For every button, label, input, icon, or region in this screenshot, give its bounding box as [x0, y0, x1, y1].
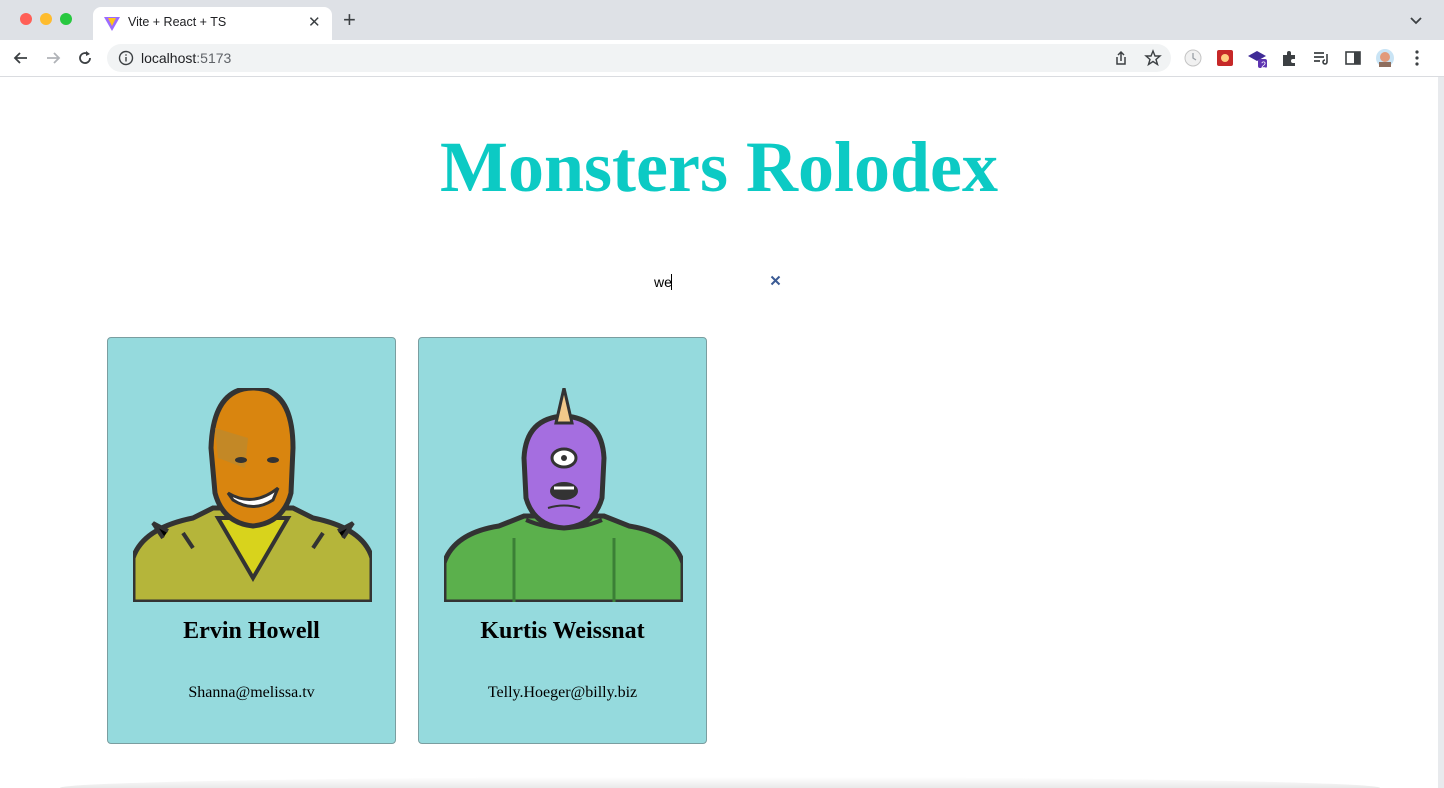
text-caret: [671, 274, 672, 290]
tab-title: Vite + React + TS: [128, 15, 227, 29]
vite-logo-icon: [104, 17, 120, 31]
address-bar[interactable]: localhost:5173: [107, 44, 1171, 72]
reload-icon[interactable]: [76, 49, 94, 67]
window-zoom-button[interactable]: [60, 13, 72, 25]
monster-avatar-image: [444, 388, 683, 602]
page-title: Monsters Rolodex: [440, 127, 998, 207]
bookmark-star-icon[interactable]: [1144, 49, 1162, 67]
search-box: [654, 271, 786, 293]
monster-avatar-image: [133, 388, 372, 602]
url-host: localhost: [141, 50, 197, 66]
new-tab-button[interactable]: +: [343, 9, 356, 31]
extension-badge: 2: [1261, 60, 1267, 70]
window-minimize-button[interactable]: [40, 13, 52, 25]
url-port: :5173: [196, 50, 232, 66]
monster-card[interactable]: Kurtis Weissnat Telly.Hoeger@billy.biz: [418, 337, 707, 744]
site-info-icon[interactable]: [118, 50, 134, 66]
browser-toolbar: localhost:5173 2: [0, 40, 1444, 77]
side-panel-icon[interactable]: [1343, 48, 1363, 68]
tab-close-icon[interactable]: ✕: [308, 13, 321, 31]
monster-card[interactable]: Ervin Howell Shanna@melissa.tv: [107, 337, 396, 744]
search-clear-icon[interactable]: [770, 275, 781, 286]
tab-search-chevron-icon[interactable]: [1408, 12, 1424, 28]
reading-list-icon[interactable]: [1311, 48, 1331, 68]
url-text: localhost:5173: [141, 50, 231, 66]
forward-arrow-icon[interactable]: [44, 49, 62, 67]
chrome-menu-icon[interactable]: [1407, 48, 1427, 68]
browser-tab-strip: Vite + React + TS ✕ +: [0, 0, 1444, 40]
monster-name: Kurtis Weissnat: [480, 618, 645, 644]
extension-red-icon[interactable]: [1215, 48, 1235, 68]
monster-email: Shanna@melissa.tv: [188, 684, 315, 701]
monster-email: Telly.Hoeger@billy.biz: [487, 684, 638, 701]
window-close-button[interactable]: [20, 13, 32, 25]
extensions-puzzle-icon[interactable]: [1279, 48, 1299, 68]
window-edge: [1438, 77, 1444, 788]
back-arrow-icon[interactable]: [12, 49, 30, 67]
page-viewport: Monsters Rolodex Ervin Howell Shanna@mel…: [0, 77, 1438, 788]
browser-tab-active[interactable]: Vite + React + TS ✕: [93, 7, 332, 40]
profile-avatar-icon[interactable]: [1375, 48, 1395, 68]
share-icon[interactable]: [1112, 49, 1130, 67]
extension-clock-icon[interactable]: [1183, 48, 1203, 68]
bottom-shadow: [60, 777, 1380, 788]
monster-name: Ervin Howell: [183, 618, 320, 644]
